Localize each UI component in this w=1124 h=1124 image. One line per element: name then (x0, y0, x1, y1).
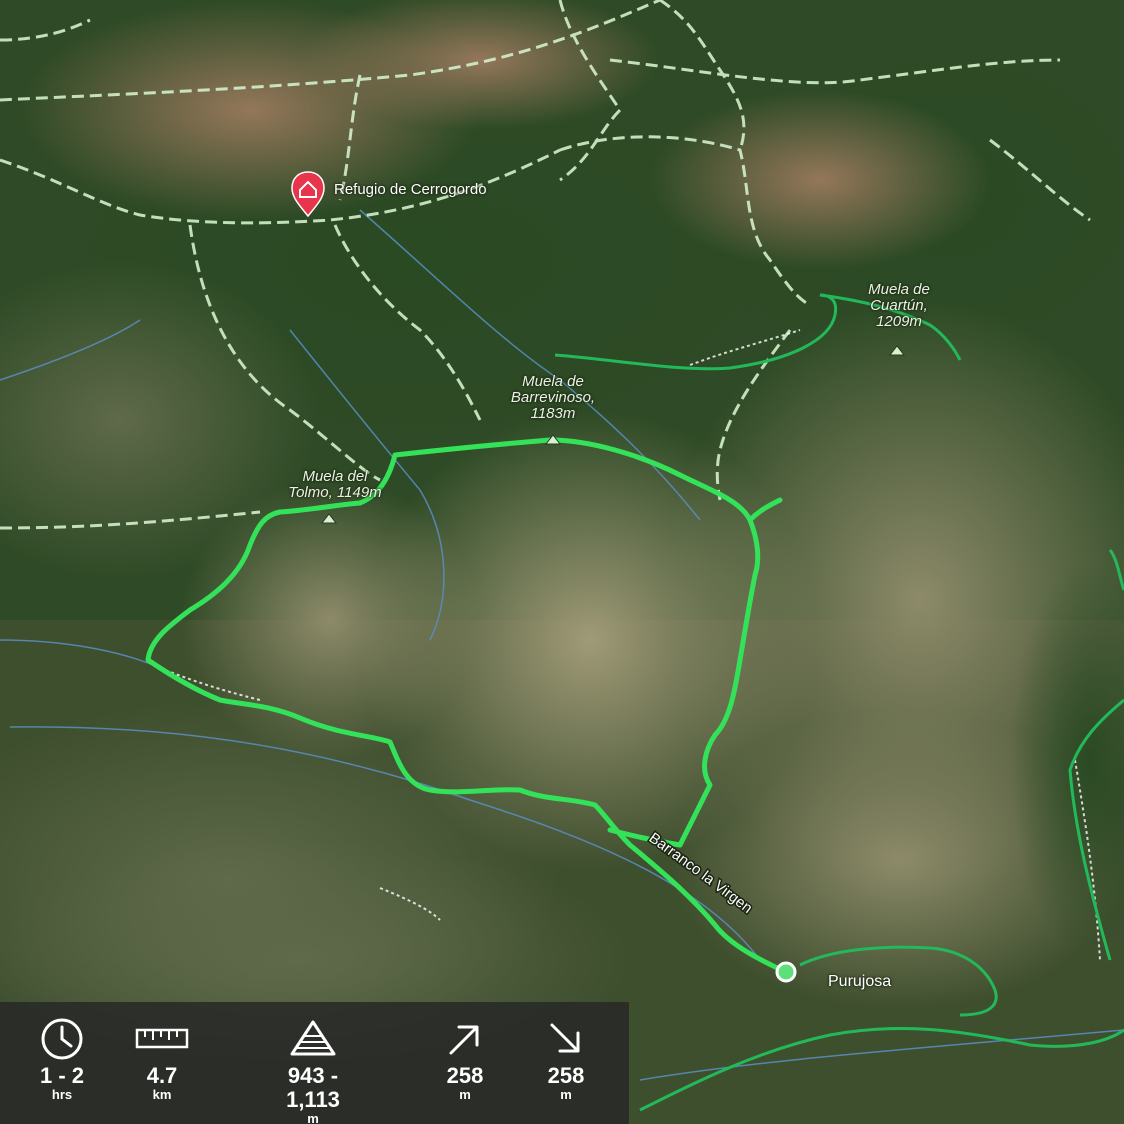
peak-name-line: Muela del (302, 468, 368, 485)
stat-descent: 258 m (511, 1016, 621, 1102)
peak-name-line: Cuartún, (870, 297, 928, 314)
start-point-marker[interactable] (775, 961, 797, 983)
route-stats-panel: 1 - 2 hrs 4.7 km 943 - 1,113 m 258 m 258… (0, 1002, 629, 1124)
stat-unit: km (152, 1087, 172, 1102)
ascent-arrow-icon (410, 1016, 520, 1062)
peak-elevation: 1209m (876, 313, 922, 330)
peak-name-line: Barrevinoso, (510, 389, 596, 406)
clock-icon (7, 1016, 117, 1062)
stat-value: 1 - 2 (39, 1063, 85, 1088)
stat-value: 943 - 1,113 (286, 1063, 340, 1112)
elevation-icon (258, 1016, 368, 1062)
stat-unit: hrs (51, 1087, 73, 1102)
peak-name-line: Muela de (868, 281, 930, 298)
stat-unit: m (307, 1111, 319, 1124)
peak-elevation: 1183m (530, 405, 576, 422)
ruler-icon (107, 1016, 217, 1062)
peak-label-tolmo[interactable]: Muela del Tolmo, 1149m (270, 469, 400, 501)
stat-value: 4.7 (146, 1063, 178, 1088)
peak-label-barrevinoso[interactable]: Muela de Barrevinoso, 1183m (478, 374, 628, 422)
stat-ascent: 258 m (410, 1016, 520, 1102)
stat-unit: m (459, 1087, 471, 1102)
stat-value: 258 (547, 1063, 585, 1088)
stat-duration: 1 - 2 hrs (7, 1016, 117, 1102)
terrain-ridge-brown (650, 90, 990, 270)
stat-elevation-range: 943 - 1,113 m (258, 1016, 368, 1124)
hut-label[interactable]: Refugio de Cerrogordo (334, 181, 487, 198)
terrain-map[interactable]: Barranco la Virgen (0, 0, 1124, 1124)
map-view[interactable]: Barranco la Virgen Refugio de Cerrogordo… (0, 0, 1124, 1124)
peak-name-line: Tolmo, 1149m (288, 484, 382, 501)
stat-unit: m (560, 1087, 572, 1102)
town-label[interactable]: Purujosa (828, 973, 891, 991)
descent-arrow-icon (511, 1016, 621, 1062)
stat-distance: 4.7 km (107, 1016, 217, 1102)
peak-label-cuartun[interactable]: Muela de Cuartún, 1209m (839, 282, 959, 330)
stat-value: 258 (446, 1063, 484, 1088)
peak-name-line: Muela de (522, 373, 584, 390)
